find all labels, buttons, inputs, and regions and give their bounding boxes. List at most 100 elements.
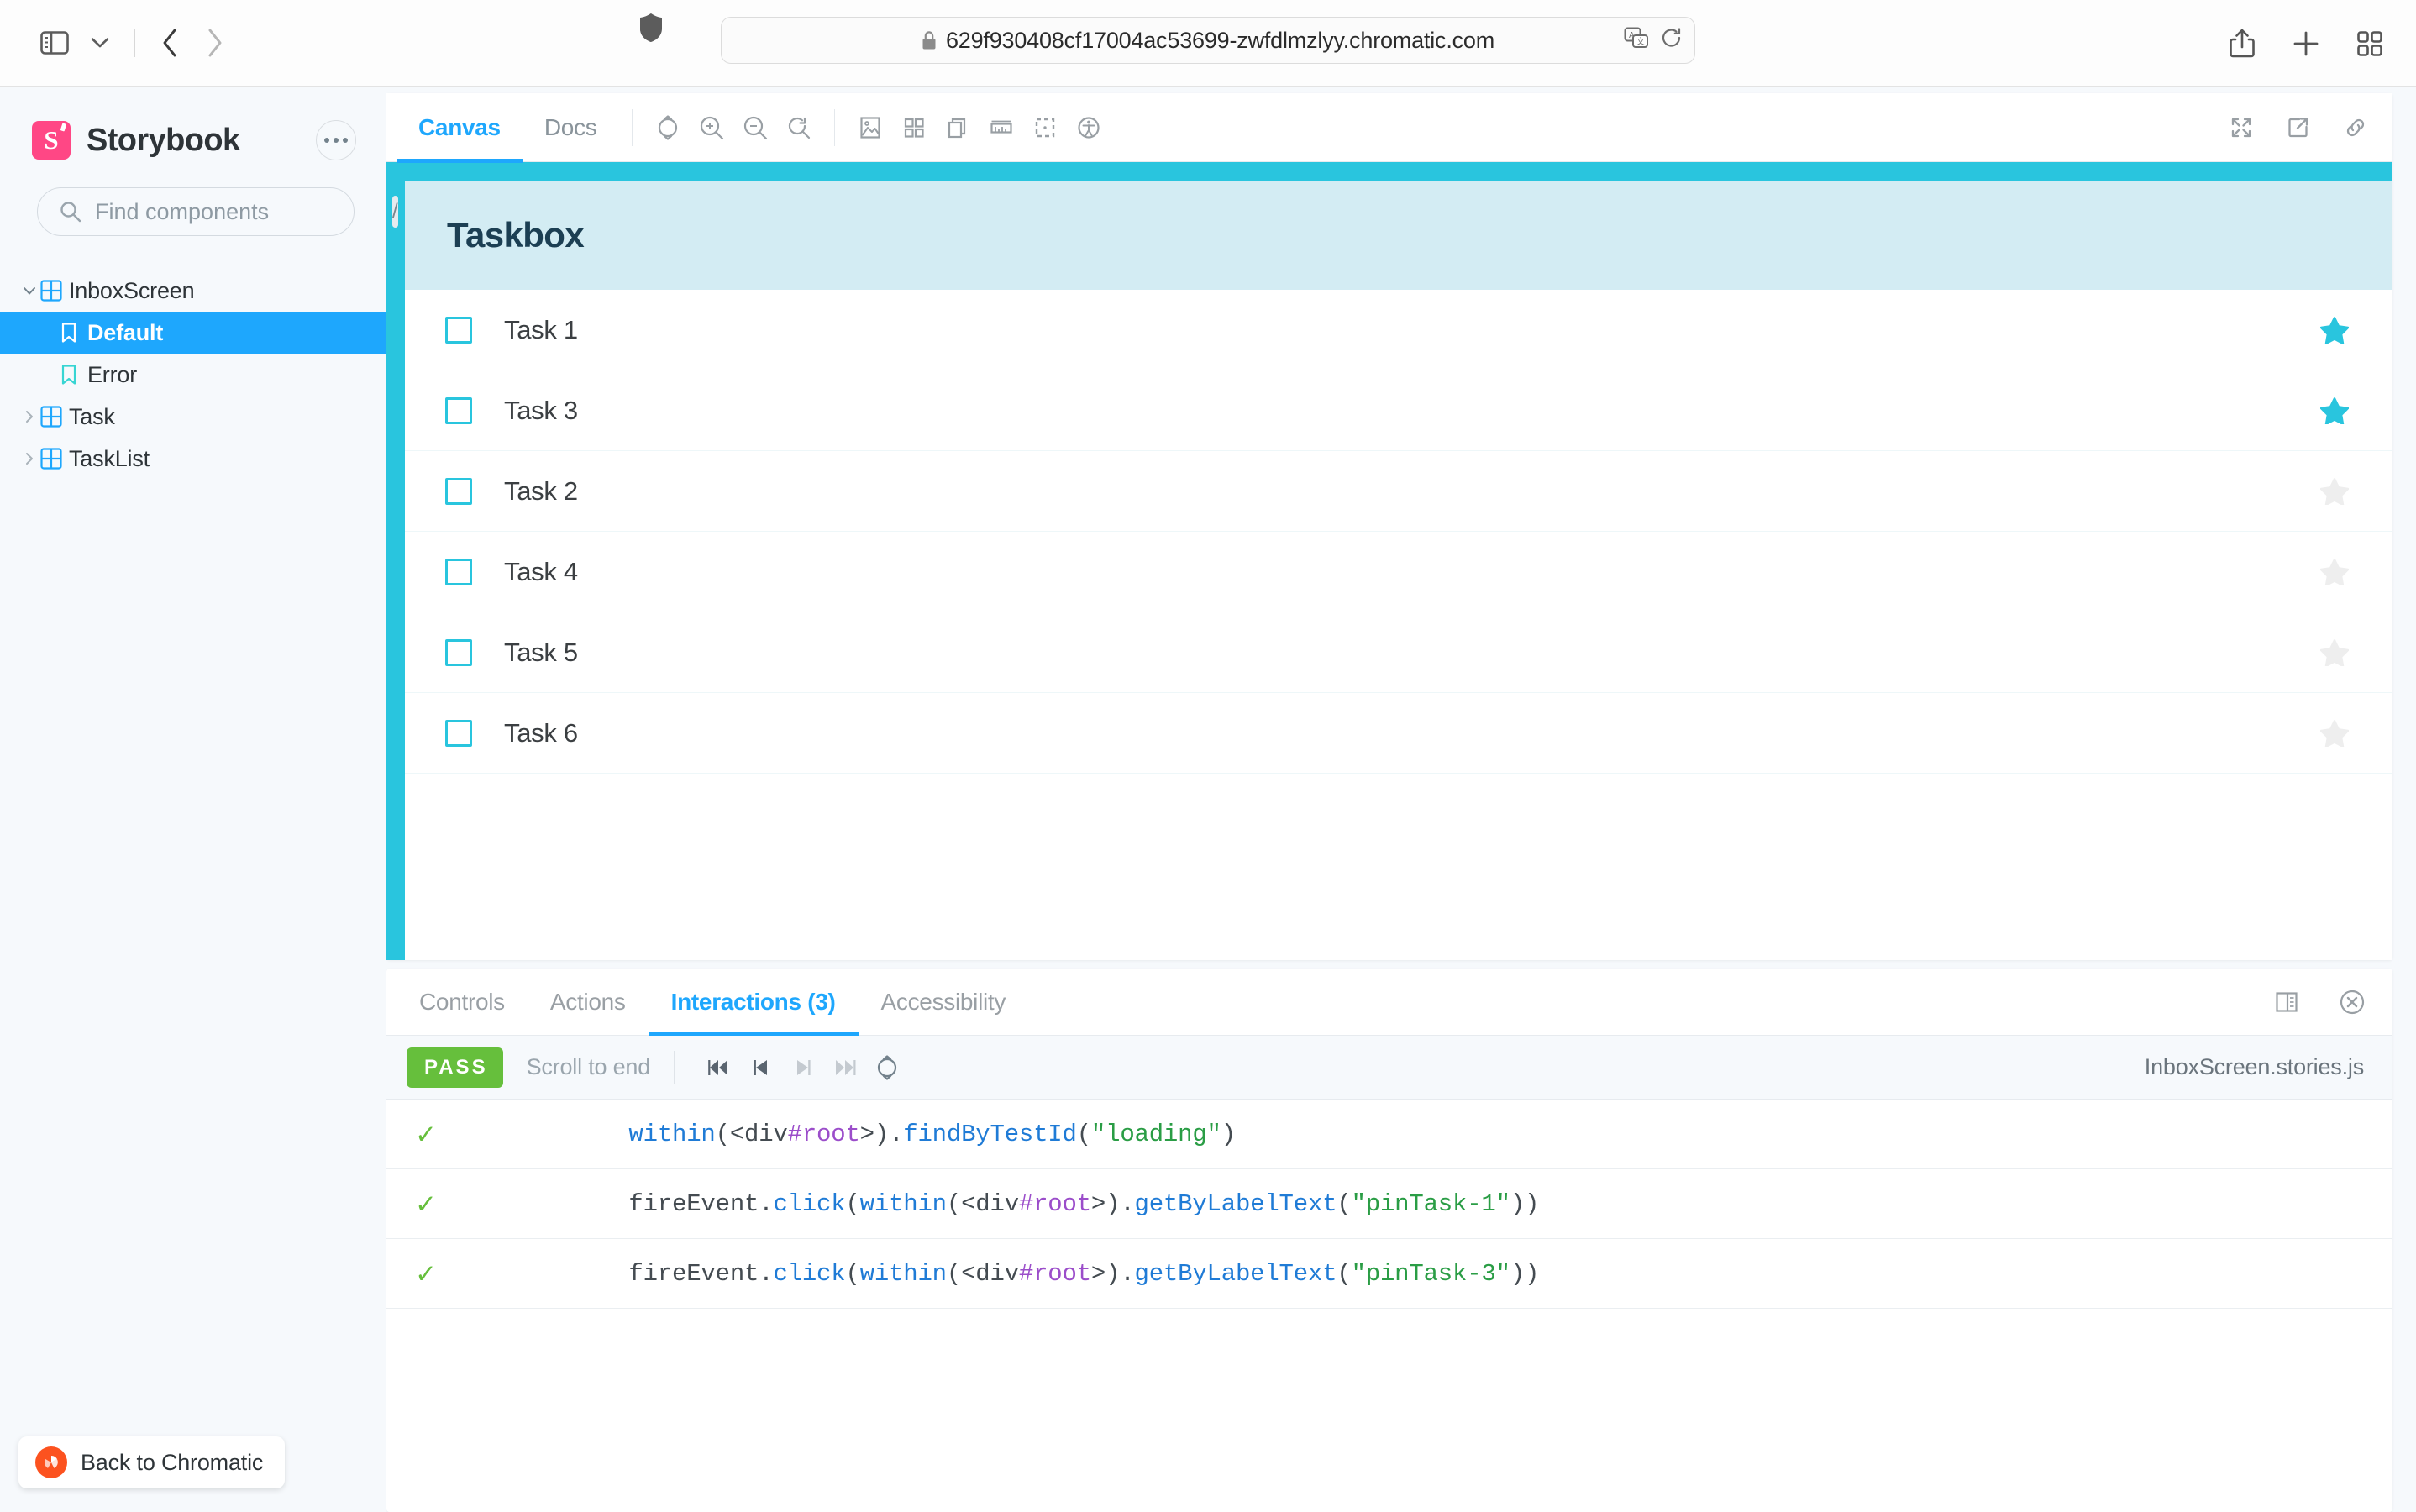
search-input[interactable] (95, 198, 392, 225)
back-button[interactable] (147, 20, 192, 66)
measure-icon[interactable] (980, 106, 1023, 150)
zoom-out-icon[interactable] (733, 106, 777, 150)
reload-icon[interactable] (1661, 27, 1683, 55)
pin-task-button[interactable] (2320, 477, 2349, 505)
sidebar-item-label: TaskList (69, 445, 150, 471)
chevron-right-icon[interactable] (18, 452, 40, 465)
chrome-divider (134, 29, 135, 57)
search-icon (60, 202, 81, 223)
task-checkbox[interactable] (445, 477, 472, 505)
task-row[interactable]: Task 5 (405, 612, 2392, 693)
url-text-group: 629f930408cf17004ac53699-zwfdlmzlyy.chro… (922, 28, 1494, 54)
component-icon (40, 280, 69, 302)
remount-icon[interactable] (646, 106, 690, 150)
story-icon (59, 364, 87, 386)
task-checkbox[interactable] (445, 396, 472, 424)
tab-accessibility[interactable]: Accessibility (859, 969, 1029, 1036)
plus-icon[interactable] (2283, 21, 2329, 66)
pin-task-button[interactable] (2320, 558, 2349, 585)
task-checkbox[interactable] (445, 316, 472, 344)
next-icon[interactable] (782, 1047, 824, 1089)
task-title: Task 2 (504, 475, 578, 506)
tab-actions[interactable]: Actions (528, 969, 649, 1036)
close-panel-icon[interactable] (2330, 980, 2374, 1024)
main-content: Canvas Docs Taskbox Task 1 Task 3 Task 2… (386, 87, 2416, 1512)
list-item[interactable]: ✓ within(<div#root>).findByTestId("loadi… (386, 1100, 2392, 1169)
tab-canvas[interactable]: Canvas (397, 93, 523, 163)
storybook-app: S Storybook / (0, 87, 2416, 1512)
addon-panel-tabs: Controls Actions Interactions (3) Access… (386, 969, 2392, 1037)
tab-interactions[interactable]: Interactions (3) (648, 969, 859, 1037)
component-icon (40, 406, 69, 428)
sidebar-item-default[interactable]: Default (0, 312, 386, 354)
shield-icon[interactable] (638, 12, 664, 48)
previous-icon[interactable] (740, 1047, 782, 1089)
url-bar[interactable]: 629f930408cf17004ac53699-zwfdlmzlyy.chro… (721, 17, 1695, 64)
rewind-icon[interactable] (698, 1047, 740, 1089)
task-title: Task 3 (504, 395, 578, 425)
task-checkbox[interactable] (445, 558, 472, 585)
task-checkbox[interactable] (445, 719, 472, 747)
search-shortcut-key: / (392, 196, 398, 228)
addon-panel-controls (2265, 969, 2374, 1036)
taskbox-header: Taskbox (405, 181, 2392, 290)
scroll-to-end-button[interactable]: Scroll to end (527, 1054, 651, 1080)
tab-controls[interactable]: Controls (397, 969, 528, 1036)
task-checkbox[interactable] (445, 638, 472, 666)
chevron-down-icon[interactable] (77, 20, 123, 66)
zoom-in-icon[interactable] (690, 106, 733, 150)
sidebar-item-tasklist[interactable]: TaskList (0, 438, 386, 480)
pin-task-button[interactable] (2320, 316, 2349, 344)
rerun-icon[interactable] (866, 1047, 908, 1089)
zoom-reset-icon[interactable] (777, 106, 821, 150)
copy-link-icon[interactable] (2334, 106, 2377, 150)
task-row[interactable]: Task 4 (405, 532, 2392, 612)
component-tree: InboxScreen Default Error Task TaskList (0, 270, 386, 480)
sidebar: S Storybook / (0, 87, 398, 1512)
task-row[interactable]: Task 1 (405, 290, 2392, 370)
sidebar-item-inboxscreen[interactable]: InboxScreen (0, 270, 386, 312)
task-row[interactable]: Task 6 (405, 693, 2392, 774)
grid-icon[interactable] (892, 106, 936, 150)
tab-overview-icon[interactable] (2347, 21, 2392, 66)
status-badge[interactable]: PASS (407, 1047, 503, 1088)
sidebar-item-label: Task (69, 403, 115, 429)
outline-icon[interactable] (1023, 106, 1067, 150)
interactions-log: ✓ within(<div#root>).findByTestId("loadi… (386, 1100, 2392, 1512)
forward-button[interactable] (192, 20, 238, 66)
back-to-chromatic-button[interactable]: Back to Chromatic (18, 1436, 286, 1488)
open-in-new-tab-icon[interactable] (2277, 106, 2320, 150)
accessibility-icon[interactable] (1067, 106, 1111, 150)
search-box[interactable]: / (37, 187, 398, 236)
task-row[interactable]: Task 3 (405, 370, 2392, 451)
stories-filename: InboxScreen.stories.js (2144, 1054, 2364, 1079)
list-item[interactable]: ✓ fireEvent.click(within(<div#root>).get… (386, 1169, 2392, 1239)
viewport-icon[interactable] (936, 106, 980, 150)
preview-card: Canvas Docs Taskbox Task 1 Task 3 Task 2… (386, 93, 2392, 960)
backgrounds-icon[interactable] (848, 106, 892, 150)
pin-task-button[interactable] (2320, 638, 2349, 666)
translate-icon[interactable]: A 文 (1624, 27, 1649, 55)
tab-docs[interactable]: Docs (523, 93, 619, 162)
list-item[interactable]: ✓ fireEvent.click(within(<div#root>).get… (386, 1239, 2392, 1309)
chevron-down-icon[interactable] (18, 286, 40, 296)
chevron-right-icon[interactable] (18, 410, 40, 423)
pin-task-button[interactable] (2320, 719, 2349, 747)
preview-toolbar: Canvas Docs (386, 93, 2392, 163)
interaction-code: fireEvent.click(within(<div#root>).getBy… (628, 1259, 1540, 1288)
story-canvas: Taskbox Task 1 Task 3 Task 2 Task 4 Task… (386, 162, 2392, 960)
sidebar-item-error[interactable]: Error (0, 354, 386, 396)
pin-task-button[interactable] (2320, 396, 2349, 424)
tab-canvas-label: Canvas (418, 113, 501, 140)
fullscreen-icon[interactable] (2219, 106, 2263, 150)
tab-accessibility-label: Accessibility (880, 988, 1006, 1015)
end-icon[interactable] (824, 1047, 866, 1089)
task-row[interactable]: Task 2 (405, 451, 2392, 532)
sidebar-item-task[interactable]: Task (0, 396, 386, 438)
panel-position-icon[interactable] (2265, 980, 2308, 1024)
sidebar-item-label: Error (87, 361, 137, 387)
share-icon[interactable] (2219, 21, 2265, 66)
lock-icon (922, 30, 937, 50)
ellipsis-icon[interactable] (316, 120, 356, 160)
sidebar-toggle-icon[interactable] (32, 20, 77, 66)
